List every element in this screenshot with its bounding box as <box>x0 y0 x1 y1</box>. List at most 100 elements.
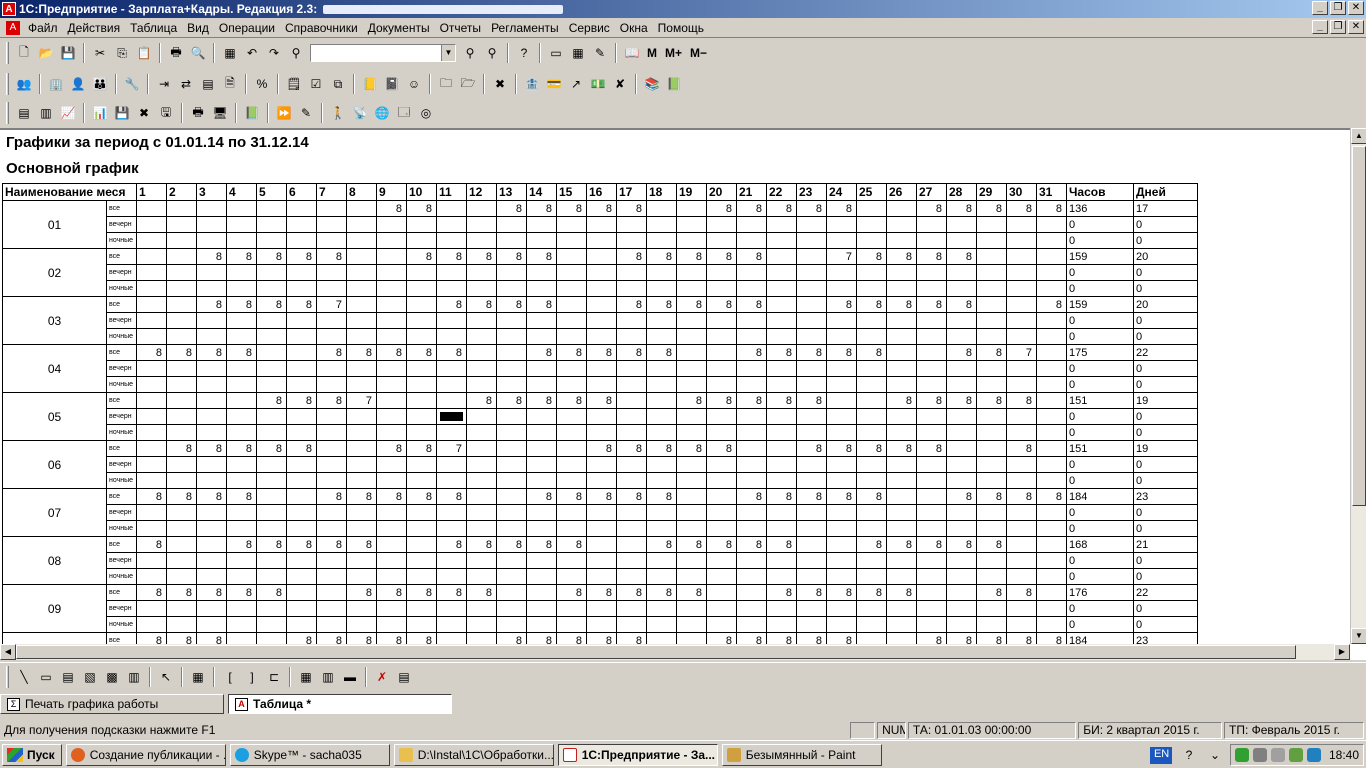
day-cell[interactable] <box>466 312 497 329</box>
day-cell[interactable] <box>946 360 977 377</box>
day-cell[interactable] <box>586 568 617 585</box>
day-cell[interactable] <box>466 200 497 217</box>
day-cell[interactable] <box>436 600 467 617</box>
day-cell[interactable] <box>856 312 887 329</box>
day-cell[interactable]: 8 <box>406 488 437 505</box>
day-cell[interactable] <box>256 568 287 585</box>
task-firefox[interactable]: Создание публикации - ... <box>65 743 226 766</box>
day-cell[interactable] <box>376 552 407 569</box>
day-cell[interactable] <box>646 456 677 473</box>
day-cell[interactable] <box>886 360 917 377</box>
memory-minus-button[interactable]: M− <box>686 46 711 60</box>
bar-chart-icon[interactable]: 📊 <box>90 103 110 123</box>
day-cell[interactable] <box>196 232 227 249</box>
hours-cell[interactable]: 0 <box>1066 504 1134 521</box>
day-cell[interactable] <box>1006 328 1037 345</box>
day-cell[interactable] <box>946 312 977 329</box>
day-cell[interactable] <box>796 312 827 329</box>
month-cell[interactable]: 06 <box>2 440 107 489</box>
day-cell[interactable] <box>736 312 767 329</box>
day-cell[interactable] <box>406 424 437 441</box>
day-cell[interactable] <box>226 264 257 281</box>
day-cell[interactable] <box>616 264 647 281</box>
day-cell[interactable] <box>766 456 797 473</box>
day-cell[interactable] <box>586 520 617 537</box>
days-cell[interactable]: 0 <box>1133 312 1198 329</box>
day-cell[interactable] <box>826 360 857 377</box>
properties-icon[interactable]: ▦ <box>220 43 240 63</box>
day-cell[interactable]: 8 <box>226 296 257 313</box>
day-cell[interactable]: 8 <box>796 392 827 409</box>
day-cell[interactable] <box>436 392 467 409</box>
day-cell[interactable]: 8 <box>826 584 857 601</box>
day-cell[interactable]: 8 <box>556 344 587 361</box>
day-cell[interactable] <box>316 520 347 537</box>
day-cell[interactable] <box>646 568 677 585</box>
day-cell[interactable] <box>676 424 707 441</box>
day-cell[interactable]: 8 <box>1036 296 1067 313</box>
redo-icon[interactable]: ↷ <box>264 43 284 63</box>
column-header-name[interactable]: Наименование меся <box>2 183 137 201</box>
task-paint[interactable]: Безымянный - Paint <box>721 743 882 766</box>
day-cell[interactable] <box>256 200 287 217</box>
day-cell[interactable] <box>316 360 347 377</box>
column-header-day[interactable]: 16 <box>586 183 617 201</box>
day-cell[interactable] <box>676 616 707 633</box>
row-type-label[interactable]: все <box>106 536 137 553</box>
day-cell[interactable]: 8 <box>946 344 977 361</box>
day-cell[interactable]: 8 <box>826 488 857 505</box>
day-cell[interactable]: 8 <box>766 584 797 601</box>
day-cell[interactable]: 8 <box>436 296 467 313</box>
day-cell[interactable] <box>676 600 707 617</box>
day-cell[interactable]: 8 <box>376 584 407 601</box>
find-next-icon[interactable]: ⚲ <box>460 43 480 63</box>
day-cell[interactable] <box>856 328 887 345</box>
day-cell[interactable] <box>136 552 167 569</box>
day-cell[interactable] <box>166 504 197 521</box>
day-cell[interactable] <box>286 600 317 617</box>
day-cell[interactable] <box>976 360 1007 377</box>
day-cell[interactable] <box>226 504 257 521</box>
column-header-day[interactable]: 6 <box>286 183 317 201</box>
day-cell[interactable] <box>496 328 527 345</box>
day-cell[interactable] <box>706 280 737 297</box>
day-cell[interactable] <box>346 568 377 585</box>
day-cell[interactable] <box>946 408 977 425</box>
day-cell[interactable]: 8 <box>376 488 407 505</box>
day-cell[interactable] <box>136 296 167 313</box>
day-cell[interactable] <box>436 264 467 281</box>
day-cell[interactable] <box>436 200 467 217</box>
day-cell[interactable] <box>976 424 1007 441</box>
row-type-label[interactable]: ночные <box>106 232 137 249</box>
day-cell[interactable] <box>346 248 377 265</box>
day-cell[interactable] <box>586 280 617 297</box>
day-cell[interactable] <box>406 552 437 569</box>
day-cell[interactable] <box>166 360 197 377</box>
day-cell[interactable] <box>226 328 257 345</box>
day-cell[interactable] <box>886 376 917 393</box>
day-cell[interactable] <box>586 264 617 281</box>
day-cell[interactable] <box>766 328 797 345</box>
day-cell[interactable]: 8 <box>586 344 617 361</box>
chart-tool-icon[interactable]: ▥ <box>124 667 144 687</box>
menu-reports[interactable]: Отчеты <box>436 21 487 35</box>
day-cell[interactable]: 8 <box>436 344 467 361</box>
day-cell[interactable] <box>796 504 827 521</box>
day-cell[interactable] <box>376 600 407 617</box>
ole-tool-icon[interactable]: ▩ <box>102 667 122 687</box>
day-cell[interactable] <box>256 376 287 393</box>
day-cell[interactable] <box>496 520 527 537</box>
day-cell[interactable]: 8 <box>286 440 317 457</box>
row-type-label[interactable]: ночные <box>106 280 137 297</box>
day-cell[interactable] <box>1006 296 1037 313</box>
find-prev-icon[interactable]: ⚲ <box>482 43 502 63</box>
day-cell[interactable] <box>256 408 287 425</box>
column-header-day[interactable]: 29 <box>976 183 1007 201</box>
day-cell[interactable]: 8 <box>736 200 767 217</box>
day-cell[interactable]: 8 <box>1036 488 1067 505</box>
day-cell[interactable]: 8 <box>556 584 587 601</box>
day-cell[interactable] <box>346 312 377 329</box>
day-cell[interactable] <box>406 472 437 489</box>
day-cell[interactable] <box>736 472 767 489</box>
bracket-right-icon[interactable]: ] <box>242 667 262 687</box>
